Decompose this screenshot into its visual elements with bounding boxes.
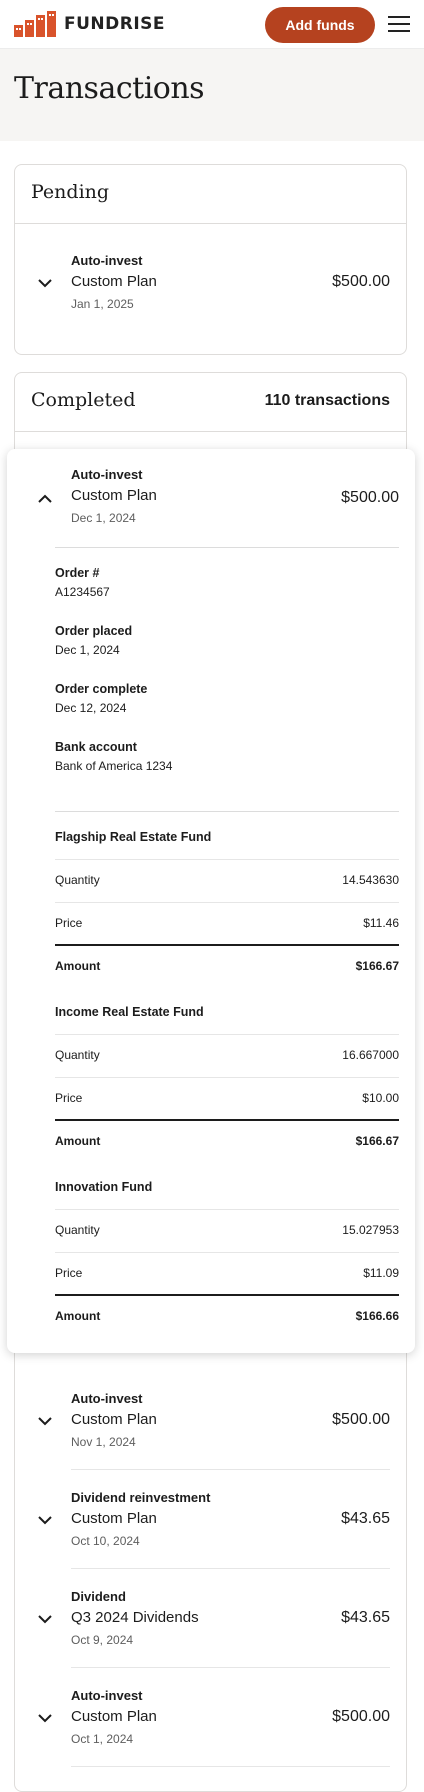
building-logo-icon xyxy=(14,11,56,37)
detail-value: A1234567 xyxy=(55,585,110,599)
transaction-row[interactable]: Auto-invest Custom Plan Jan 1, 2025 $500… xyxy=(15,233,406,331)
detail-divider xyxy=(55,547,399,548)
transaction-row[interactable]: Auto-invest Custom Plan Nov 1, 2024 $500… xyxy=(15,1371,406,1469)
transaction-row[interactable]: Auto-invest Custom Plan Oct 1, 2024 $500… xyxy=(15,1668,406,1766)
detail-value: Dec 1, 2024 xyxy=(55,643,120,657)
transaction-type: Dividend reinvestment xyxy=(71,1490,211,1505)
add-funds-button[interactable]: Add funds xyxy=(265,7,375,43)
transaction-date: Oct 9, 2024 xyxy=(71,1633,134,1647)
detail-label: Order # xyxy=(55,566,100,580)
amount-value: $166.67 xyxy=(355,1134,399,1148)
fund-price-row: Price $11.09 xyxy=(55,1252,399,1294)
transaction-type: Auto-invest xyxy=(71,1688,143,1703)
detail-value: Bank of America 1234 xyxy=(55,759,173,773)
chevron-down-icon[interactable] xyxy=(37,1611,53,1627)
row-label: Amount xyxy=(55,1134,101,1148)
transaction-amount: $500.00 xyxy=(332,1708,390,1725)
transaction-type: Auto-invest xyxy=(71,253,143,268)
chevron-down-icon[interactable] xyxy=(37,1413,53,1429)
fund-price-row: Price $10.00 xyxy=(55,1077,399,1119)
fund-amount-row: Amount $166.67 xyxy=(55,1120,399,1162)
transaction-date: Dec 1, 2024 xyxy=(71,511,136,525)
chevron-down-icon[interactable] xyxy=(37,1710,53,1726)
fund-price-row: Price $11.46 xyxy=(55,902,399,944)
fund-name: Flagship Real Estate Fund xyxy=(55,830,212,844)
order-number: Order # A1234567 xyxy=(55,566,110,599)
transaction-amount: $500.00 xyxy=(332,273,390,290)
price-value: $10.00 xyxy=(362,1091,399,1105)
fund-amount-row: Amount $166.67 xyxy=(55,945,399,987)
fund-quantity-row: Quantity 14.543630 xyxy=(55,859,399,901)
completed-header: Completed 110 transactions xyxy=(15,373,406,432)
transaction-amount: $500.00 xyxy=(341,489,399,506)
row-label: Quantity xyxy=(55,1048,100,1062)
detail-label: Bank account xyxy=(55,740,137,754)
transaction-type: Auto-invest xyxy=(71,467,143,482)
row-label: Price xyxy=(55,916,83,930)
amount-value: $166.67 xyxy=(355,959,399,973)
transaction-name: Q3 2024 Dividends xyxy=(71,1609,199,1626)
quantity-value: 14.543630 xyxy=(342,873,399,887)
page-title-band: Transactions xyxy=(0,49,424,141)
chevron-up-icon[interactable] xyxy=(37,491,53,507)
pending-heading: Pending xyxy=(31,181,110,203)
expanded-transaction-panel: Auto-invest Custom Plan Dec 1, 2024 $500… xyxy=(7,449,415,1353)
quantity-value: 16.667000 xyxy=(342,1048,399,1062)
transaction-date: Oct 10, 2024 xyxy=(71,1534,140,1548)
brand-logo[interactable]: FUNDRISE xyxy=(14,11,165,37)
transaction-name: Custom Plan xyxy=(71,273,157,290)
fund-amount-row: Amount $166.66 xyxy=(55,1295,399,1337)
transaction-name: Custom Plan xyxy=(71,487,157,504)
transaction-name: Custom Plan xyxy=(71,1411,157,1428)
transaction-date: Oct 1, 2024 xyxy=(71,1732,134,1746)
page-title: Transactions xyxy=(14,71,205,106)
order-complete: Order complete Dec 12, 2024 xyxy=(55,682,147,715)
hamburger-menu-icon[interactable] xyxy=(388,16,410,34)
order-placed: Order placed Dec 1, 2024 xyxy=(55,624,132,657)
row-label: Amount xyxy=(55,959,101,973)
pending-section: Pending Auto-invest Custom Plan Jan 1, 2… xyxy=(14,164,407,355)
brand-name: FUNDRISE xyxy=(64,14,166,34)
expanded-transaction-header[interactable]: Auto-invest Custom Plan Dec 1, 2024 $500… xyxy=(7,449,415,547)
transaction-date: Nov 1, 2024 xyxy=(71,1435,136,1449)
row-divider xyxy=(71,1766,390,1767)
completed-heading: Completed xyxy=(31,389,136,411)
detail-divider xyxy=(55,811,399,812)
detail-label: Order placed xyxy=(55,624,133,638)
transaction-type: Dividend xyxy=(71,1589,126,1604)
row-label: Quantity xyxy=(55,873,100,887)
transaction-date: Jan 1, 2025 xyxy=(71,297,134,311)
chevron-down-icon[interactable] xyxy=(37,275,53,291)
transaction-type: Auto-invest xyxy=(71,1391,143,1406)
transaction-amount: $43.65 xyxy=(341,1609,390,1626)
top-nav: FUNDRISE Add funds xyxy=(0,0,424,49)
transaction-amount: $500.00 xyxy=(332,1411,390,1428)
transaction-name: Custom Plan xyxy=(71,1708,157,1725)
price-value: $11.09 xyxy=(363,1266,399,1280)
transaction-name: Custom Plan xyxy=(71,1510,157,1527)
fund-name: Income Real Estate Fund xyxy=(55,1005,204,1019)
transaction-row[interactable]: Dividend reinvestment Custom Plan Oct 10… xyxy=(15,1470,406,1568)
amount-value: $166.66 xyxy=(355,1309,399,1323)
transaction-row[interactable]: Dividend Q3 2024 Dividends Oct 9, 2024 $… xyxy=(15,1569,406,1667)
row-label: Price xyxy=(55,1091,83,1105)
transaction-amount: $43.65 xyxy=(341,1510,390,1527)
price-value: $11.46 xyxy=(363,916,399,930)
bank-account: Bank account Bank of America 1234 xyxy=(55,740,172,773)
transaction-count: 110 transactions xyxy=(264,392,390,409)
detail-value: Dec 12, 2024 xyxy=(55,701,127,715)
row-label: Quantity xyxy=(55,1223,100,1237)
chevron-down-icon[interactable] xyxy=(37,1512,53,1528)
fund-quantity-row: Quantity 15.027953 xyxy=(55,1209,399,1251)
fund-name: Innovation Fund xyxy=(55,1180,153,1194)
row-label: Amount xyxy=(55,1309,101,1323)
fund-quantity-row: Quantity 16.667000 xyxy=(55,1034,399,1076)
row-label: Price xyxy=(55,1266,83,1280)
pending-header: Pending xyxy=(15,165,406,224)
quantity-value: 15.027953 xyxy=(342,1223,399,1237)
detail-label: Order complete xyxy=(55,682,148,696)
